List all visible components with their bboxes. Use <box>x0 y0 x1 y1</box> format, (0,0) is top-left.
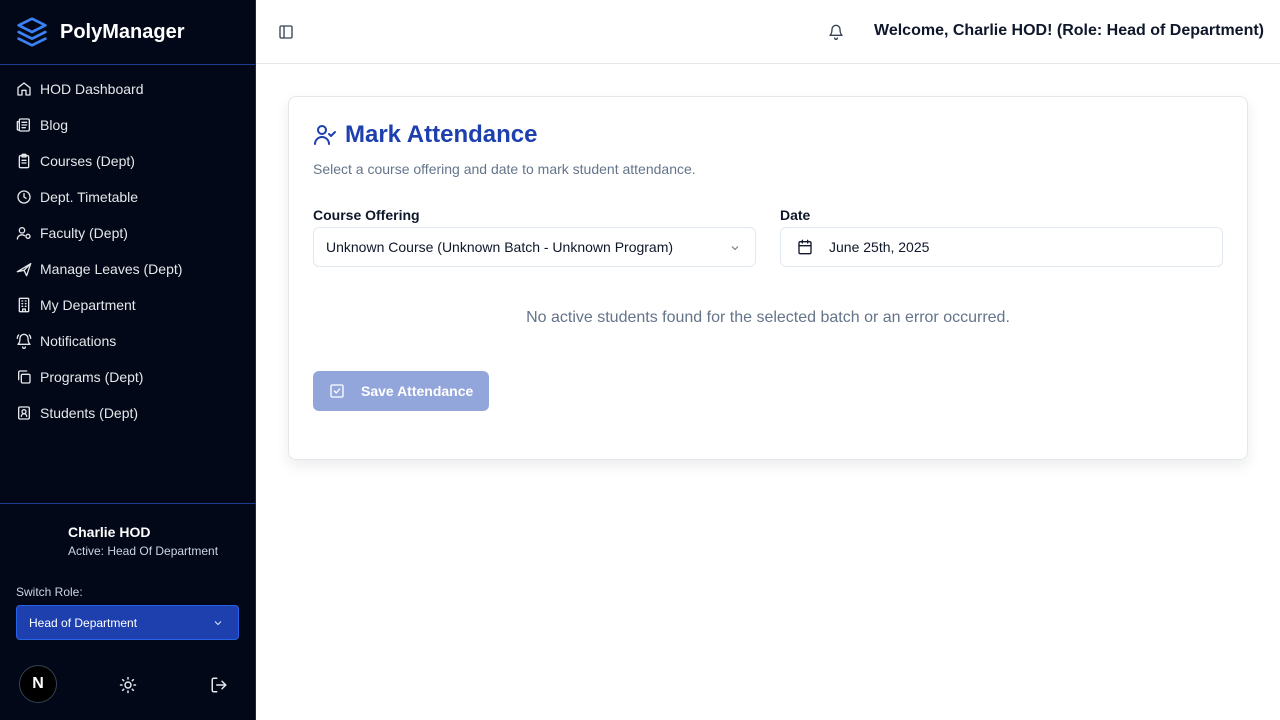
date-value: June 25th, 2025 <box>829 239 930 255</box>
sidebar-item-courses[interactable]: Courses (Dept) <box>0 143 255 179</box>
sidebar-item-label: My Department <box>40 297 136 313</box>
newspaper-icon <box>16 118 30 132</box>
sidebar-item-label: Programs (Dept) <box>40 369 144 385</box>
save-attendance-button[interactable]: Save Attendance <box>313 371 489 411</box>
sidebar-item-label: Notifications <box>40 333 117 349</box>
logout-icon[interactable] <box>210 676 228 694</box>
page-description: Select a course offering and date to mar… <box>313 161 696 177</box>
clock-icon <box>17 190 31 204</box>
sidebar-item-label: Students (Dept) <box>40 405 139 421</box>
chevron-down-icon <box>214 621 222 626</box>
plane-icon <box>16 263 32 277</box>
course-offering-label: Course Offering <box>313 207 420 223</box>
bell-ring-icon <box>16 333 32 349</box>
sidebar-item-faculty[interactable]: Faculty (Dept) <box>0 215 255 251</box>
building-icon <box>18 297 30 313</box>
date-label: Date <box>780 207 811 223</box>
sidebar-item-blog[interactable]: Blog <box>0 107 255 143</box>
sidebar-item-my-department[interactable]: My Department <box>0 287 255 323</box>
sidebar-item-hod-dashboard[interactable]: HOD Dashboard <box>0 71 255 107</box>
chevron-down-icon <box>731 246 739 251</box>
sidebar-item-label: Courses (Dept) <box>40 153 135 169</box>
brand[interactable]: PolyManager <box>0 0 255 65</box>
sun-icon[interactable] <box>119 676 137 694</box>
role-select-value: Head of Department <box>29 615 138 630</box>
course-offering-select[interactable]: Unknown Course (Unknown Batch - Unknown … <box>313 227 756 267</box>
sidebar-item-label: Dept. Timetable <box>40 189 139 205</box>
sidebar-item-label: Blog <box>40 117 69 133</box>
calendar-icon <box>798 239 812 255</box>
sidebar-item-programs[interactable]: Programs (Dept) <box>0 359 255 395</box>
sidebar-item-label: Faculty (Dept) <box>40 225 128 241</box>
sidebar-bottom-actions: N <box>0 664 256 704</box>
avatar[interactable]: N <box>19 665 57 703</box>
sidebar-toggle-icon[interactable] <box>278 24 294 40</box>
date-picker[interactable]: June 25th, 2025 <box>780 227 1223 267</box>
switch-role-label: Switch Role: <box>16 585 83 599</box>
sidebar-item-timetable[interactable]: Dept. Timetable <box>0 179 255 215</box>
attendance-card: Mark Attendance Select a course offering… <box>288 96 1248 460</box>
empty-state-message: No active students found for the selecte… <box>526 309 1010 326</box>
sidebar-footer: Charlie HOD Active: Head Of Department S… <box>0 503 256 720</box>
user-cog-icon <box>16 227 31 240</box>
user-name: Charlie HOD <box>68 524 151 540</box>
layers-icon <box>17 17 47 47</box>
sidebar: PolyManager HOD Dashboard Blog Courses (… <box>0 0 256 720</box>
role-select[interactable]: Head of Department <box>16 605 239 640</box>
contact-icon <box>18 406 30 420</box>
sidebar-item-label: Manage Leaves (Dept) <box>40 261 183 277</box>
user-active-role: Active: Head Of Department <box>68 544 219 558</box>
card-header: Mark Attendance <box>313 121 538 149</box>
home-icon <box>17 82 31 96</box>
welcome-message: Welcome, Charlie HOD! (Role: Head of Dep… <box>874 22 1264 39</box>
clipboard-icon <box>18 153 30 169</box>
sidebar-item-label: HOD Dashboard <box>40 81 144 97</box>
sidebar-item-leaves[interactable]: Manage Leaves (Dept) <box>0 251 255 287</box>
top-header: Welcome, Charlie HOD! (Role: Head of Dep… <box>256 0 1280 64</box>
sidebar-nav: HOD Dashboard Blog Courses (Dept) Dept. … <box>0 65 255 431</box>
bell-icon[interactable] <box>828 24 844 40</box>
sidebar-item-notifications[interactable]: Notifications <box>0 323 255 359</box>
save-attendance-label: Save Attendance <box>361 383 474 399</box>
brand-name: PolyManager <box>60 20 185 43</box>
sidebar-item-students[interactable]: Students (Dept) <box>0 395 255 431</box>
course-offering-value: Unknown Course (Unknown Batch - Unknown … <box>326 239 674 255</box>
user-check-icon <box>314 125 336 145</box>
copy-icon <box>18 370 31 384</box>
check-square-icon <box>330 384 344 398</box>
page-title: Mark Attendance <box>345 121 538 148</box>
